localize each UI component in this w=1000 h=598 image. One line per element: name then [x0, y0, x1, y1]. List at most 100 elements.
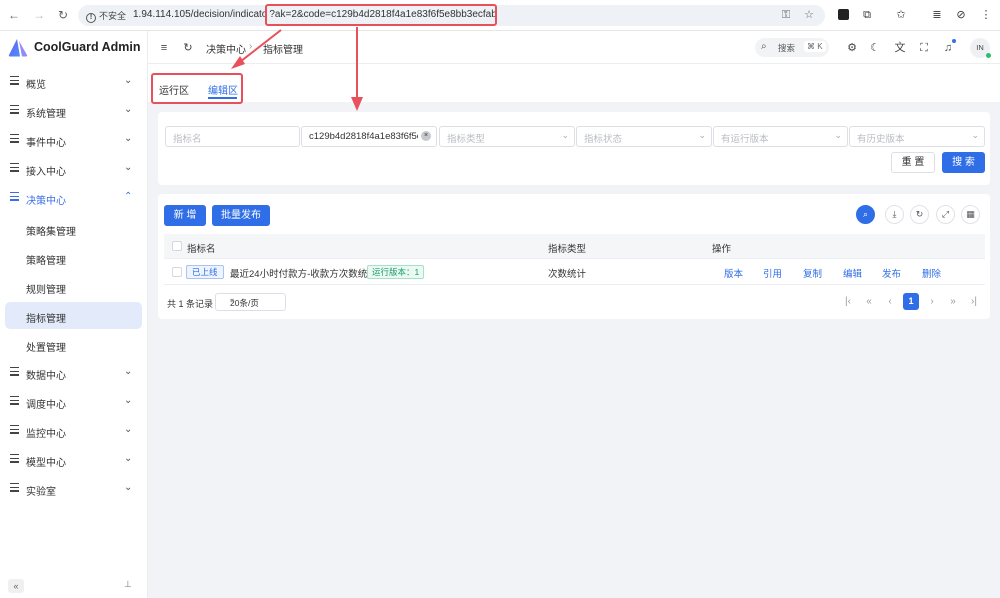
chevron-down-icon: ⌄ [124, 395, 133, 406]
pin-icon[interactable]: ⊥ [124, 579, 132, 590]
pagination-total: 共 1 条记录 [167, 299, 214, 309]
logo-icon [8, 39, 28, 57]
sidebar-item-data[interactable]: 数据中心 ⌄ [0, 359, 148, 388]
menu-toggle-icon[interactable]: ≡ [157, 41, 171, 55]
profile-icon[interactable]: ⊘ [953, 7, 969, 23]
chevron-up-icon: ⌃ [124, 191, 133, 202]
dark-mode-moon-icon[interactable]: ☾ [868, 41, 882, 55]
add-button[interactable]: 新 增 [164, 205, 206, 226]
chevron-down-icon: ⌄ [124, 75, 133, 86]
reload-icon[interactable]: ↻ [55, 7, 71, 23]
sidebar-subitem-disposal[interactable]: 处置管理 [5, 331, 142, 358]
history-version-select[interactable]: 有历史版本 ⌄ [849, 126, 985, 147]
back-arrow-icon[interactable]: ← [6, 7, 22, 23]
collapse-sidebar-icon[interactable]: « [8, 579, 24, 593]
menu-icon [10, 483, 20, 493]
chevron-down-icon: ⌄ [561, 130, 569, 140]
star-bookmarks-icon[interactable]: ✩ [893, 7, 909, 23]
clear-icon[interactable]: × [421, 131, 431, 141]
notification-bell-icon[interactable]: ♫ [941, 41, 955, 55]
global-search[interactable]: ⌕ 搜索 ⌘ K [755, 38, 829, 57]
column-header-type[interactable]: 指标类型 [548, 241, 586, 255]
column-settings-icon[interactable]: ▦ [961, 205, 980, 224]
sidebar-subitem-indicator[interactable]: 指标管理 [5, 302, 142, 329]
next-page-icon[interactable]: › [925, 295, 939, 309]
column-header-actions: 操作 [712, 244, 732, 255]
url-query-highlight [265, 4, 497, 26]
page-size-select[interactable]: 20条/页 ▾ [215, 293, 286, 311]
sidebar-item-decision[interactable]: 决策中心 ⌃ [0, 184, 148, 213]
row-checkbox[interactable] [172, 267, 182, 277]
table-header: 指标名 指标类型 操作 [164, 234, 985, 259]
sidebar-item-events[interactable]: 事件中心 ⌄ [0, 126, 148, 155]
chevron-down-icon: ⌄ [971, 130, 979, 140]
prev-page-icon[interactable]: ‹ [883, 295, 897, 309]
sidebar-item-system[interactable]: 系统管理 ⌄ [0, 97, 148, 126]
next-group-icon[interactable]: » [946, 295, 960, 309]
batch-publish-button[interactable]: 批量发布 [212, 205, 270, 226]
breadcrumb-separator: › [249, 41, 253, 52]
menu-icon [10, 454, 20, 464]
select-all-checkbox[interactable] [172, 241, 182, 251]
online-status-dot [986, 53, 991, 58]
runtime-version-select[interactable]: 有运行版本 ⌄ [713, 126, 848, 147]
edit-action[interactable]: 编辑 [843, 266, 862, 280]
more-vertical-icon[interactable]: ⋮ [978, 7, 994, 23]
indicator-status-select[interactable]: 指标状态 ⌄ [576, 126, 712, 147]
refresh-icon[interactable]: ↻ [910, 205, 929, 224]
column-header-name[interactable]: 指标名 [187, 241, 216, 255]
search-icon: ⌕ [761, 41, 767, 52]
sidebar-subitem-policy[interactable]: 策略管理 [5, 244, 142, 271]
breadcrumb-item-decision[interactable]: 决策中心 [206, 41, 246, 56]
translate-icon[interactable]: 文 [893, 41, 907, 55]
menu-icon [10, 163, 20, 173]
prev-group-icon[interactable]: « [862, 295, 876, 309]
chevron-down-icon: ⌄ [124, 133, 133, 144]
version-action[interactable]: 版本 [724, 266, 743, 280]
publish-action[interactable]: 发布 [882, 266, 901, 280]
playlist-icon[interactable]: ≣ [929, 7, 945, 23]
reference-action[interactable]: 引用 [763, 266, 782, 280]
sidebar-item-models[interactable]: 模型中心 ⌄ [0, 446, 148, 475]
page-1-button[interactable]: 1 [903, 293, 919, 310]
refresh-icon[interactable]: ↻ [181, 41, 195, 55]
delete-action[interactable]: 删除 [922, 266, 941, 280]
sidebar-subitem-rule[interactable]: 规则管理 [5, 273, 142, 300]
indicator-code-input[interactable]: c129b4d2818f4a1e83f6f5e8bb3ecfab × [301, 126, 437, 147]
url-prefix: 1.94.114.105/decision/indicato [133, 9, 268, 20]
sidebar-item-scheduling[interactable]: 调度中心 ⌄ [0, 388, 148, 417]
menu-icon [10, 425, 20, 435]
last-page-icon[interactable]: ›| [967, 295, 981, 309]
security-indicator[interactable]: ! 不安全 [86, 9, 126, 23]
bookmark-star-icon[interactable]: ☆ [802, 8, 816, 22]
sidebar-item-lab[interactable]: 实验室 ⌄ [0, 475, 148, 504]
table-row: 已上线 最近24小时付款方-收款方次数统计 运行版本：1 次数统计 版本 引用 … [164, 259, 985, 285]
notification-dot [952, 39, 956, 43]
key-icon[interactable]: ⚿ [779, 8, 793, 22]
forward-arrow-icon[interactable]: → [31, 7, 47, 23]
sidebar-item-access[interactable]: 接入中心 ⌄ [0, 155, 148, 184]
fullscreen-icon[interactable]: ⛶ [917, 41, 931, 55]
settings-gear-icon[interactable]: ⚙ [845, 41, 859, 55]
fullscreen-icon[interactable]: ⤢ [936, 205, 955, 224]
avatar[interactable]: IN [970, 38, 991, 58]
menu-icon [10, 396, 20, 406]
reset-button[interactable]: 重 置 [891, 152, 935, 173]
download-icon[interactable]: ⤓ [885, 205, 904, 224]
puzzle-icon[interactable]: ⧉ [859, 7, 875, 23]
indicator-name-input[interactable]: 指标名 [165, 126, 300, 147]
extension-icon[interactable] [835, 7, 851, 23]
first-page-icon[interactable]: |‹ [841, 295, 855, 309]
indicator-type: 次数统计 [548, 269, 587, 280]
indicator-type-select[interactable]: 指标类型 ⌄ [439, 126, 575, 147]
sidebar-subitem-policy-set[interactable]: 策略集管理 [5, 215, 142, 242]
search-icon[interactable]: ⌕ [856, 205, 875, 224]
main-content: 运行区 编辑区 指标名 c129b4d2818f4a1e83f6f5e8bb3e… [148, 64, 1000, 598]
menu-icon [10, 192, 20, 202]
tab-bar: 运行区 编辑区 [148, 64, 1000, 102]
sidebar-item-monitoring[interactable]: 监控中心 ⌄ [0, 417, 148, 446]
search-button[interactable]: 搜 索 [942, 152, 985, 173]
sidebar-item-overview[interactable]: 概览 ⌄ [0, 68, 148, 97]
copy-action[interactable]: 复制 [803, 266, 822, 280]
chevron-down-icon: ▾ [230, 296, 235, 305]
